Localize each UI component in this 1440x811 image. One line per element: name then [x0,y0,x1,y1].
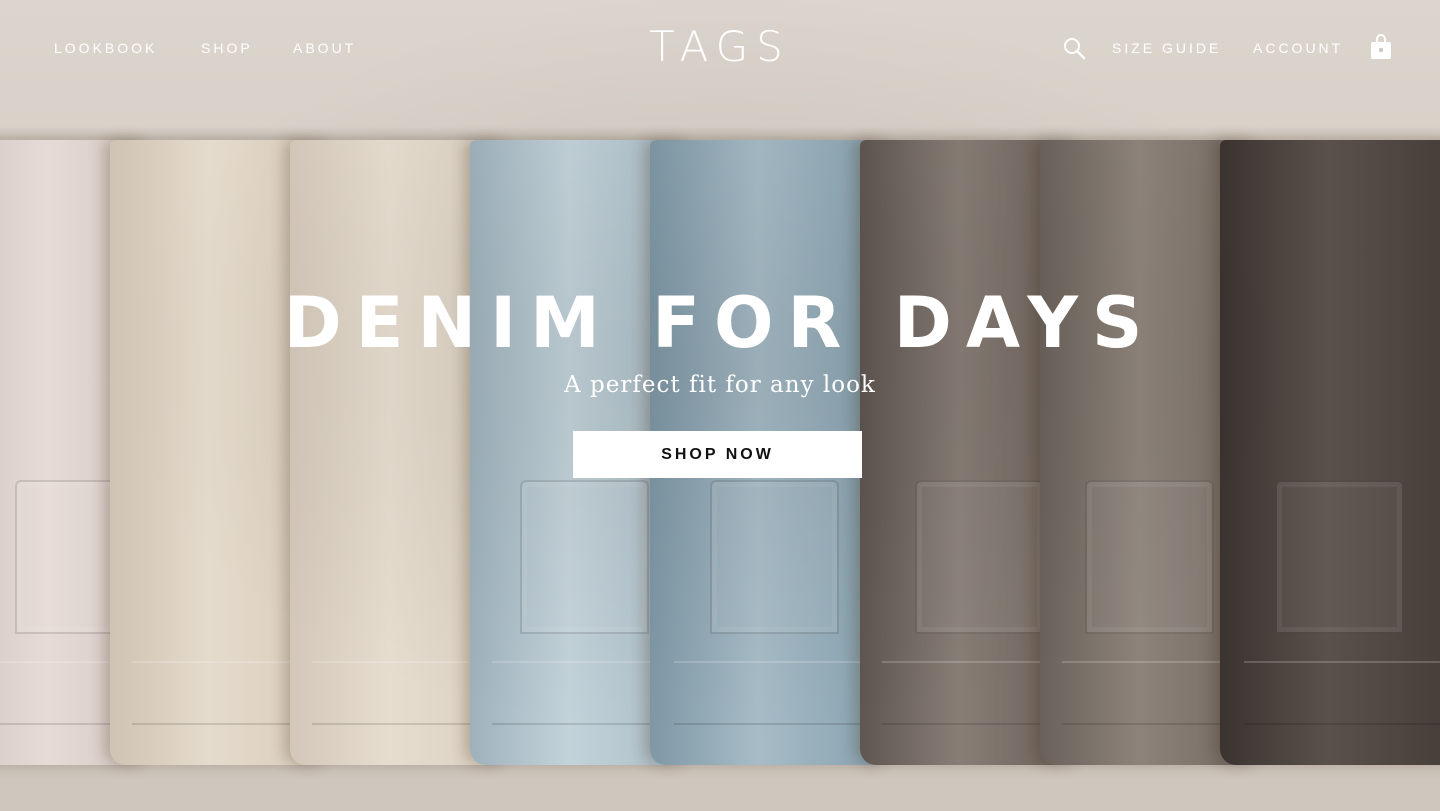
search-icon[interactable] [1062,36,1086,64]
brand-logo[interactable]: TAGS [640,22,800,71]
hero-image [0,0,1440,811]
nav-size-guide[interactable]: SIZE GUIDE [1112,40,1221,56]
hero-headline: DENIM FOR DAYS [283,282,1157,364]
nav-about[interactable]: ABOUT [293,40,356,56]
nav-shop[interactable]: SHOP [201,40,253,56]
shopping-bag-icon[interactable] [1370,33,1392,65]
hero-subheadline: A perfect fit for any look [564,372,876,398]
hero-overlay [0,0,1440,811]
nav-account[interactable]: ACCOUNT [1253,40,1343,56]
nav-lookbook[interactable]: LOOKBOOK [54,40,157,56]
shop-now-button[interactable]: SHOP NOW [573,431,862,478]
